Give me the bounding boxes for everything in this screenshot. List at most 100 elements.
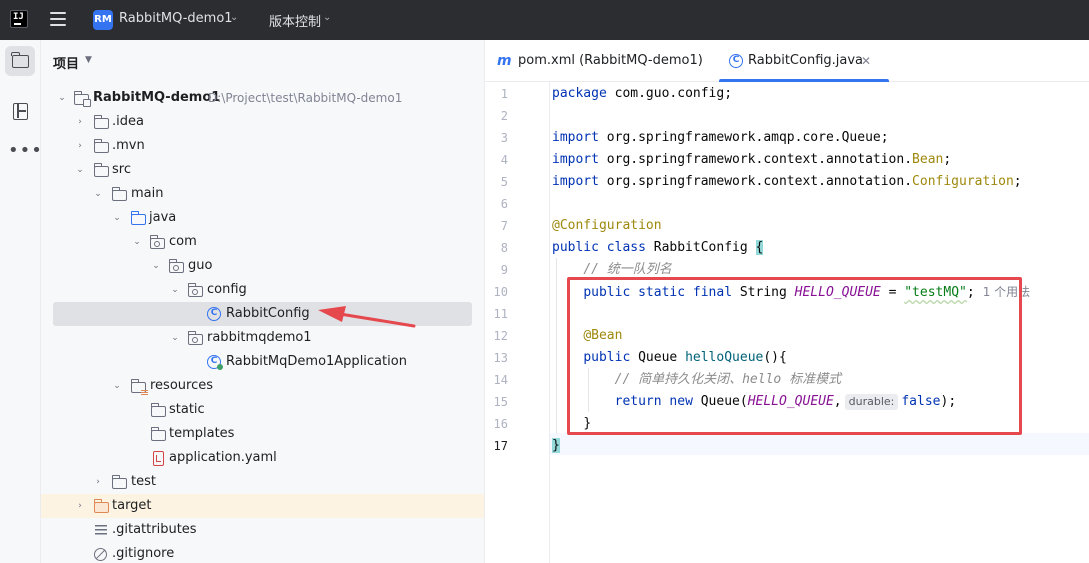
tree-item-application-class[interactable]: C RabbitMqDemo1Application xyxy=(41,350,484,374)
line-number: 11 xyxy=(493,307,508,321)
project-tool-button[interactable] xyxy=(5,46,35,76)
tree-item-label: com xyxy=(169,234,197,249)
package-icon xyxy=(168,259,184,273)
tree-item-src[interactable]: ⌄ src xyxy=(41,158,484,182)
tree-item-label: .gitattributes xyxy=(112,522,197,537)
line-number: 12 xyxy=(493,329,508,343)
tree-item-java[interactable]: ⌄ java xyxy=(41,206,484,230)
line-number: 3 xyxy=(500,131,508,145)
chevron-down-icon[interactable]: ⌄ xyxy=(323,12,331,23)
chevron-down-icon[interactable]: ⌄ xyxy=(169,326,181,350)
line-number: 13 xyxy=(493,351,508,365)
tree-item-label: .idea xyxy=(112,114,144,129)
intellij-logo-icon[interactable]: IJ xyxy=(10,10,28,28)
line-number: 1 xyxy=(500,87,508,101)
structure-tool-button[interactable] xyxy=(5,96,35,126)
tree-item-main[interactable]: ⌄ main xyxy=(41,182,484,206)
line-number: 5 xyxy=(500,175,508,189)
more-icon: ••• xyxy=(8,140,43,161)
chevron-down-icon[interactable]: ⌄ xyxy=(74,158,86,182)
chevron-right-icon[interactable]: › xyxy=(92,470,104,494)
folder-icon xyxy=(93,115,109,129)
tree-item-idea[interactable]: › .idea xyxy=(41,110,484,134)
resources-folder-icon xyxy=(130,379,148,395)
tree-item-label: RabbitConfig xyxy=(226,306,310,321)
close-icon[interactable]: ✕ xyxy=(861,40,871,82)
tab-rabbitconfig-java[interactable]: C RabbitConfig.java ✕ xyxy=(719,40,889,82)
tree-item-label: test xyxy=(131,474,156,489)
chevron-right-icon[interactable]: › xyxy=(74,110,86,134)
tree-item-static[interactable]: static xyxy=(41,398,484,422)
tree-item-label: static xyxy=(169,402,205,417)
tab-pom-xml[interactable]: m pom.xml (RabbitMQ-demo1) xyxy=(497,40,703,82)
yaml-file-icon xyxy=(153,451,164,466)
tree-item-test[interactable]: › test xyxy=(41,470,484,494)
code-line: } xyxy=(552,438,560,453)
tree-item-com[interactable]: ⌄ com xyxy=(41,230,484,254)
tree-item-label: java xyxy=(149,210,177,225)
tree-item-label: target xyxy=(112,498,152,513)
panel-title[interactable]: 项目 xyxy=(53,53,79,72)
project-path: D:\Project\test\RabbitMQ-demo1 xyxy=(208,91,403,105)
spring-boot-class-icon: C xyxy=(207,355,223,370)
code-line: import org.springframework.amqp.core.Que… xyxy=(552,130,889,145)
tree-item-mvn[interactable]: › .mvn xyxy=(41,134,484,158)
ignore-file-icon xyxy=(94,548,107,561)
tree-item-label: .gitignore xyxy=(112,546,175,561)
chevron-down-icon[interactable]: ⌄ xyxy=(230,12,238,23)
chevron-down-icon[interactable]: ⌄ xyxy=(150,254,162,278)
tree-item-resources[interactable]: ⌄ resources xyxy=(41,374,484,398)
line-number: 7 xyxy=(500,219,508,233)
package-icon xyxy=(187,283,203,297)
tree-item-label: rabbitmqdemo1 xyxy=(207,330,312,345)
tree-item-label: resources xyxy=(150,378,214,393)
tree-item-label: main xyxy=(131,186,164,201)
tree-item-templates[interactable]: templates xyxy=(41,422,484,446)
chevron-down-icon[interactable]: ⌄ xyxy=(111,374,123,398)
java-class-icon: C xyxy=(729,54,743,68)
current-line-highlight xyxy=(549,433,1089,455)
chevron-down-icon[interactable]: ▼ xyxy=(85,55,92,65)
line-number: 10 xyxy=(493,285,508,299)
chevron-down-icon[interactable]: ⌄ xyxy=(111,206,123,230)
chevron-right-icon[interactable]: › xyxy=(74,494,86,518)
line-number: 14 xyxy=(493,373,508,387)
vcs-menu[interactable]: 版本控制 xyxy=(269,11,321,30)
tree-item-label: src xyxy=(112,162,131,177)
line-number: 2 xyxy=(500,109,508,123)
chevron-down-icon[interactable]: ⌄ xyxy=(92,182,104,206)
main-menu-icon[interactable] xyxy=(50,12,66,26)
tree-item-label: RabbitMqDemo1Application xyxy=(226,354,407,369)
tab-label: RabbitConfig.java xyxy=(748,53,864,68)
folder-icon xyxy=(150,403,166,417)
chevron-down-icon[interactable]: ⌄ xyxy=(56,86,68,110)
tree-item-target[interactable]: › target xyxy=(41,494,484,518)
tree-item-project-root[interactable]: ⌄ RabbitMQ-demo1 D:\Project\test\RabbitM… xyxy=(41,86,484,110)
folder-icon xyxy=(93,163,109,177)
folder-icon xyxy=(150,427,166,441)
tree-item-application-yaml[interactable]: application.yaml xyxy=(41,446,484,470)
java-class-icon: C xyxy=(207,307,221,321)
tree-item-gitattributes[interactable]: .gitattributes xyxy=(41,518,484,542)
gutter-separator xyxy=(549,82,550,563)
line-number: 9 xyxy=(500,263,508,277)
tree-item-guo[interactable]: ⌄ guo xyxy=(41,254,484,278)
title-bar: IJ RM RabbitMQ-demo1 ⌄ 版本控制 ⌄ xyxy=(0,0,1089,40)
project-badge[interactable]: RM xyxy=(93,10,113,30)
package-icon xyxy=(187,331,203,345)
chevron-right-icon[interactable]: › xyxy=(74,134,86,158)
line-number: 15 xyxy=(493,395,508,409)
code-line: import org.springframework.context.annot… xyxy=(552,174,1022,189)
tree-item-gitignore[interactable]: .gitignore xyxy=(41,542,484,563)
more-tools-button[interactable]: ••• xyxy=(5,136,42,166)
excluded-folder-icon xyxy=(93,499,109,513)
tree-item-label: guo xyxy=(188,258,213,273)
folder-icon xyxy=(111,475,127,489)
project-switcher[interactable]: RabbitMQ-demo1 xyxy=(119,11,233,26)
chevron-down-icon[interactable]: ⌄ xyxy=(169,278,181,302)
tree-item-config[interactable]: ⌄ config xyxy=(41,278,484,302)
chevron-down-icon[interactable]: ⌄ xyxy=(131,230,143,254)
tree-item-label: application.yaml xyxy=(169,450,277,465)
code-line: package com.guo.config; xyxy=(552,86,733,101)
annotation-box xyxy=(567,277,1022,435)
